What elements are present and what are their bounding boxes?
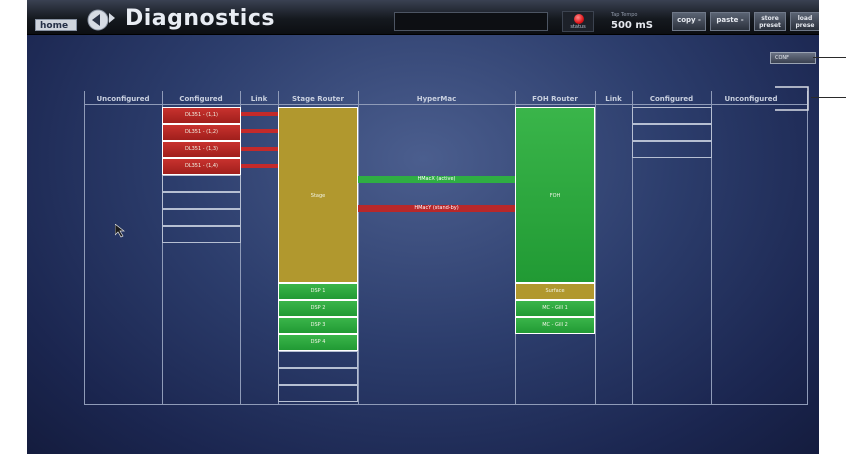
callout-bracket (775, 86, 809, 111)
hypermac-standby-link[interactable]: HMacY (stand-by) (358, 205, 515, 212)
dl351-block[interactable]: DL351 - (1,3) (162, 141, 241, 158)
hypermac-active-link[interactable]: HMacX (active) (358, 176, 515, 183)
header-unconfigured-left: Unconfigured (96, 95, 150, 103)
header-configured-left: Configured (179, 95, 223, 103)
page-title: Diagnostics (125, 6, 275, 31)
empty-slot[interactable] (162, 192, 241, 209)
dl351-block[interactable]: DL351 - (1,4) (162, 158, 241, 175)
foh-router-block[interactable]: FOH (515, 107, 595, 283)
status-button[interactable]: status (562, 11, 594, 32)
empty-slot[interactable] (278, 351, 358, 368)
tap-tempo-label: Tap Tempo (611, 12, 638, 18)
diagnostics-screen: home Diagnostics status Tap Tempo 500 mS… (27, 0, 819, 454)
store-preset-button[interactable]: store preset (754, 12, 786, 31)
empty-slot[interactable] (162, 226, 241, 243)
link-bar (241, 147, 279, 151)
empty-slot[interactable] (278, 368, 358, 385)
mc-block[interactable]: MC - Gill 2 (515, 317, 595, 334)
empty-slot[interactable] (632, 141, 712, 158)
callout-line (813, 57, 846, 58)
empty-slot[interactable] (632, 107, 712, 124)
load-preset-button[interactable]: load prese (790, 12, 819, 31)
link-bar (241, 129, 279, 133)
status-led-icon (574, 14, 584, 24)
home-button[interactable]: home (35, 19, 77, 31)
config-button[interactable]: CONF (770, 52, 816, 64)
column-divider (358, 91, 359, 404)
empty-slot[interactable] (162, 175, 241, 192)
mc-block[interactable]: MC - Gill 1 (515, 300, 595, 317)
status-label: status (570, 24, 586, 30)
dl351-block[interactable]: DL351 - (1,1) (162, 107, 241, 124)
link-bar (241, 112, 279, 116)
header-hypermac: HyperMac (416, 95, 457, 103)
callout-line (811, 97, 846, 98)
copy-button[interactable]: copy - (672, 12, 706, 31)
stage-router-block[interactable]: Stage (278, 107, 358, 283)
header-link-left: Link (250, 95, 268, 103)
empty-slot[interactable] (278, 385, 358, 402)
tap-tempo[interactable]: Tap Tempo 500 mS (605, 11, 665, 32)
top-toolbar: home Diagnostics status Tap Tempo 500 mS… (27, 0, 819, 35)
column-divider (595, 91, 596, 404)
dsp-block[interactable]: DSP 1 (278, 283, 358, 300)
dsp-block[interactable]: DSP 4 (278, 334, 358, 351)
surface-block[interactable]: Surface (515, 283, 595, 300)
back-forward-arrows-icon[interactable] (87, 9, 115, 31)
empty-slot[interactable] (632, 124, 712, 141)
link-bar (241, 164, 279, 168)
paste-button[interactable]: paste - (710, 12, 750, 31)
header-link-right: Link (605, 95, 622, 103)
header-stage-router: Stage Router (291, 95, 345, 103)
dl351-block[interactable]: DL351 - (1,2) (162, 124, 241, 141)
tap-tempo-value: 500 mS (611, 20, 653, 31)
mouse-pointer-icon (115, 224, 126, 238)
dsp-block[interactable]: DSP 2 (278, 300, 358, 317)
message-field (394, 12, 548, 31)
empty-slot[interactable] (162, 209, 241, 226)
header-foh-router: FOH Router (532, 95, 578, 103)
dsp-block[interactable]: DSP 3 (278, 317, 358, 334)
header-configured-right: Configured (649, 95, 694, 103)
